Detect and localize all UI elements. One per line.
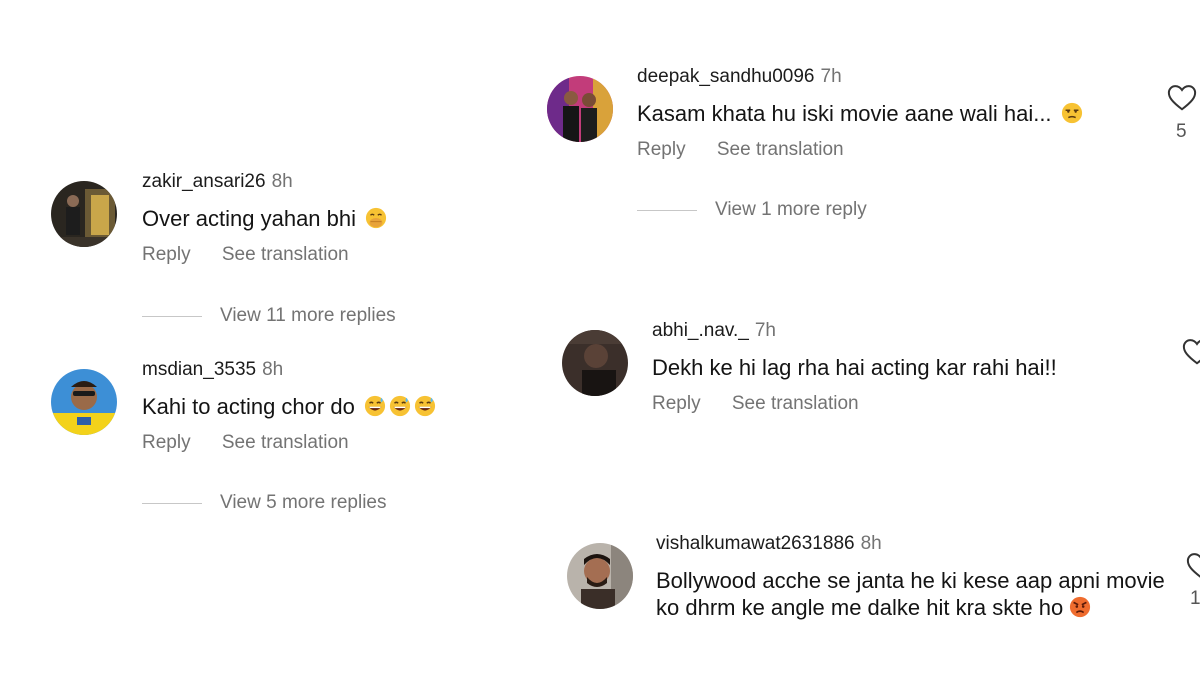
heart-icon[interactable] xyxy=(1182,338,1200,366)
comment-text: Bollywood acche se janta he ki kese aap … xyxy=(656,567,1176,621)
timestamp: 8h xyxy=(262,359,284,380)
reply-button[interactable]: Reply xyxy=(637,139,686,160)
see-translation-button[interactable]: See translation xyxy=(222,244,349,265)
face-with-hand-over-mouth-icon xyxy=(365,207,387,229)
view-replies-button[interactable]: View 5 more replies xyxy=(142,492,387,514)
reply-button[interactable]: Reply xyxy=(652,393,701,414)
comment-header: vishalkumawat2631886 8h xyxy=(656,533,882,555)
comment-header: deepak_sandhu0096 7h xyxy=(637,66,842,88)
username[interactable]: vishalkumawat2631886 xyxy=(656,533,855,554)
comment-text: Over acting yahan bhi xyxy=(142,205,387,232)
comment-actions: Reply See translation xyxy=(637,139,844,161)
username[interactable]: zakir_ansari26 xyxy=(142,171,266,192)
timestamp: 8h xyxy=(271,171,293,192)
comment-text: Kahi to acting chor do xyxy=(142,393,436,420)
angry-face-icon xyxy=(1069,596,1091,618)
reply-button[interactable]: Reply xyxy=(142,244,191,265)
avatar[interactable] xyxy=(51,369,117,435)
comment-body: Kasam khata hu iski movie aane wali hai.… xyxy=(637,101,1052,126)
reply-button[interactable]: Reply xyxy=(142,432,191,453)
avatar[interactable] xyxy=(567,543,633,609)
comment-body: Dekh ke hi lag rha hai acting kar rahi h… xyxy=(652,355,1057,380)
like-count: 5 xyxy=(1176,121,1187,142)
comment-text: Kasam khata hu iski movie aane wali hai.… xyxy=(637,100,1083,127)
heart-icon[interactable] xyxy=(1167,84,1197,112)
comment-body: Kahi to acting chor do xyxy=(142,394,355,419)
see-translation-button[interactable]: See translation xyxy=(717,139,844,160)
like-count: 1 xyxy=(1190,588,1200,609)
view-replies-button[interactable]: View 1 more reply xyxy=(637,199,867,221)
comment-header: abhi_.nav._ 7h xyxy=(652,320,776,342)
view-replies-button[interactable]: View 11 more replies xyxy=(142,305,396,327)
comment-body: Over acting yahan bhi xyxy=(142,206,357,231)
avatar[interactable] xyxy=(547,76,613,142)
see-translation-button[interactable]: See translation xyxy=(222,432,349,453)
timestamp: 8h xyxy=(860,533,882,554)
replies-divider xyxy=(142,315,202,317)
username[interactable]: deepak_sandhu0096 xyxy=(637,66,815,87)
comment-text: Dekh ke hi lag rha hai acting kar rahi h… xyxy=(652,354,1057,381)
comment-header: msdian_3535 8h xyxy=(142,359,283,381)
see-translation-button[interactable]: See translation xyxy=(732,393,859,414)
comment-actions: Reply See translation xyxy=(652,393,859,415)
timestamp: 7h xyxy=(820,66,842,87)
comment-header: zakir_ansari26 8h xyxy=(142,171,293,193)
comment-actions: Reply See translation xyxy=(142,432,349,454)
username[interactable]: msdian_3535 xyxy=(142,359,256,380)
timestamp: 7h xyxy=(754,320,776,341)
view-replies-label: View 1 more reply xyxy=(715,199,867,220)
view-replies-label: View 11 more replies xyxy=(220,305,396,326)
avatar[interactable] xyxy=(51,181,117,247)
grinning-sweat-icon xyxy=(389,395,411,417)
username[interactable]: abhi_.nav._ xyxy=(652,320,749,341)
heart-icon[interactable] xyxy=(1186,552,1200,580)
replies-divider xyxy=(142,502,202,504)
avatar[interactable] xyxy=(562,330,628,396)
comment-actions: Reply See translation xyxy=(142,244,349,266)
grinning-sweat-icon xyxy=(414,395,436,417)
replies-divider xyxy=(637,209,697,211)
view-replies-label: View 5 more replies xyxy=(220,492,387,513)
unamused-face-icon xyxy=(1061,102,1083,124)
grinning-sweat-icon xyxy=(364,395,386,417)
